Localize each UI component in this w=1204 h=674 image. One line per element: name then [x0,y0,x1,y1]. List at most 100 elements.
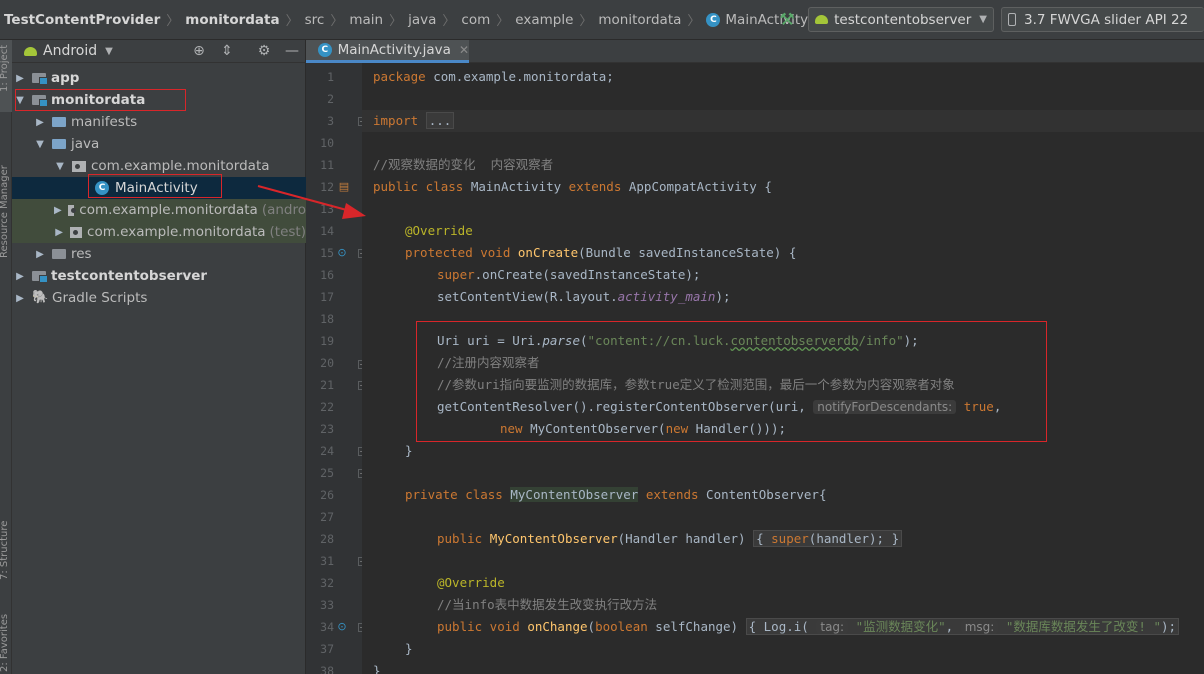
tree-node-label: testcontentobserver [51,268,208,284]
expand-arrow-icon[interactable]: ▶ [14,73,26,84]
folded-block[interactable]: { Log.i( tag: "监测数据变化", msg: "数据库数据发生了改变… [745,618,1180,635]
collapse-arrow-icon[interactable]: ▼ [34,139,46,150]
tree-node-label: com.example.monitordata [91,158,270,174]
keyword: private class [405,487,503,502]
folded-imports[interactable]: ... [425,112,455,129]
line-number: 31 [320,554,334,568]
project-tool-label[interactable]: 1: Project [0,45,10,92]
structure-tool-label[interactable]: 7: Structure [0,521,10,580]
identifier: .onCreate(savedInstanceState); [474,267,701,282]
android-icon [24,46,37,56]
identifier: setContentView(R.layout. [437,289,618,304]
identifier: { [756,531,772,546]
hide-panel-icon[interactable]: — [283,42,301,60]
breadcrumb-separator: 〉 [389,14,403,29]
line-number: 19 [320,334,334,348]
expand-arrow-icon[interactable]: ▶ [14,271,26,282]
folder-icon [52,117,66,127]
identifier: (handler); } [808,531,900,546]
breadcrumb-separator: 〉 [687,14,701,29]
tree-node-label: Gradle Scripts [52,290,148,306]
breadcrumb-package[interactable]: monitordata [598,12,681,28]
identifier: { Log.i( [748,619,809,634]
make-project-hammer-icon[interactable]: ⚒ [777,10,797,30]
line-number: 14 [320,224,334,238]
collapse-arrow-icon[interactable]: ▼ [54,161,66,172]
package-icon [70,226,83,238]
expand-arrow-icon[interactable]: ▶ [54,205,62,216]
resource-manager-tool-label[interactable]: Resource Manager [0,165,10,258]
line-number: 17 [320,290,334,304]
tree-node-app[interactable]: ▶ app [12,67,306,89]
keyword: public [437,531,483,546]
expand-arrow-icon[interactable]: ▶ [34,249,46,260]
chevron-down-icon: ▼ [105,45,113,57]
tab-mainactivity[interactable]: C MainActivity.java ✕ [306,40,469,63]
breadcrumb-main[interactable]: main [349,12,383,28]
line-number: 21 [320,378,334,392]
code-line-3: import ... [373,110,455,132]
gear-icon[interactable]: ⚙ [255,42,273,60]
tree-node-label: java [71,136,100,152]
annotation: @Override [437,575,505,590]
folded-block[interactable]: { super(handler); } [753,530,903,547]
breadcrumb-separator: 〉 [442,14,456,29]
code-line-12: public class MainActivity extends AppCom… [373,176,772,198]
editor-tab-bar: C MainActivity.java ✕ [306,40,1204,63]
tree-node-package-androidtest[interactable]: ▶ com.example.monitordata (andro [12,199,306,221]
class-icon: C [318,43,332,57]
code-line-1: package com.example.monitordata; [373,66,614,88]
device-dropdown[interactable]: 3.7 FWVGA slider API 22 [1001,7,1204,32]
method-name: onChange [527,619,588,634]
run-configuration-dropdown[interactable]: testcontentobserver ▼ [808,7,994,32]
breadcrumb-java[interactable]: java [408,12,436,28]
tree-node-manifests[interactable]: ▶ manifests [12,111,306,133]
comment: //观察数据的变化 内容观察者 [373,157,554,172]
static-field: activity_main [617,289,716,304]
tree-node-package-test[interactable]: ▶ com.example.monitordata (test) [12,221,306,243]
line-number: 37 [320,642,334,656]
breadcrumb: TestContentProvider 〉 monitordata 〉 src … [0,0,808,40]
line-number: 3 [327,114,334,128]
identifier: ); [1160,619,1177,634]
line-number: 20 [320,356,334,370]
identifier: (Handler handler) [617,531,754,546]
override-marker-icon[interactable]: ⊙ [335,620,349,634]
expand-arrow-icon[interactable]: ▶ [14,293,26,304]
tree-node-testcontentobserver[interactable]: ▶ testcontentobserver [12,265,306,287]
line-number: 23 [320,422,334,436]
locate-target-icon[interactable]: ⊕ [190,42,208,60]
code-line-37: } [405,638,413,660]
code-line-15: protected void onCreate(Bundle savedInst… [405,242,796,264]
expand-arrow-icon[interactable]: ▶ [34,117,46,128]
layout-file-icon[interactable]: ▤ [337,180,351,194]
tree-node-gradle-scripts[interactable]: ▶ 🐘 Gradle Scripts [12,287,306,309]
line-number: 25 [320,466,334,480]
annotation-box-monitordata [15,89,186,111]
breadcrumb-src[interactable]: src [305,12,325,28]
collapse-all-icon[interactable]: ⇕ [218,42,236,60]
code-line-11: //观察数据的变化 内容观察者 [373,154,553,176]
expand-arrow-icon[interactable]: ▶ [54,227,64,238]
breadcrumb-com[interactable]: com [461,12,490,28]
chevron-down-icon: ▼ [979,14,987,25]
keyword: package [373,69,426,84]
tree-node-res[interactable]: ▶ res [12,243,306,265]
keyword: boolean [595,619,648,634]
line-number: 32 [320,576,334,590]
identifier: MainActivity [463,179,569,194]
breadcrumb-module[interactable]: monitordata [185,12,279,28]
line-number: 10 [320,136,334,150]
line-number: 1 [327,70,334,84]
override-marker-icon[interactable]: ⊙ [335,246,349,260]
identifier: } [373,663,381,674]
identifier: ( [587,619,596,634]
breadcrumb-project[interactable]: TestContentProvider [4,12,160,28]
breadcrumb-separator: 〉 [330,14,344,29]
project-view-mode-dropdown[interactable]: Android ▼ [24,43,113,59]
tree-node-java[interactable]: ▼ java [12,133,306,155]
close-icon[interactable]: ✕ [459,43,469,57]
keyword: super [437,267,475,282]
breadcrumb-example[interactable]: example [515,12,573,28]
favorites-tool-label[interactable]: 2: Favorites [0,614,10,672]
